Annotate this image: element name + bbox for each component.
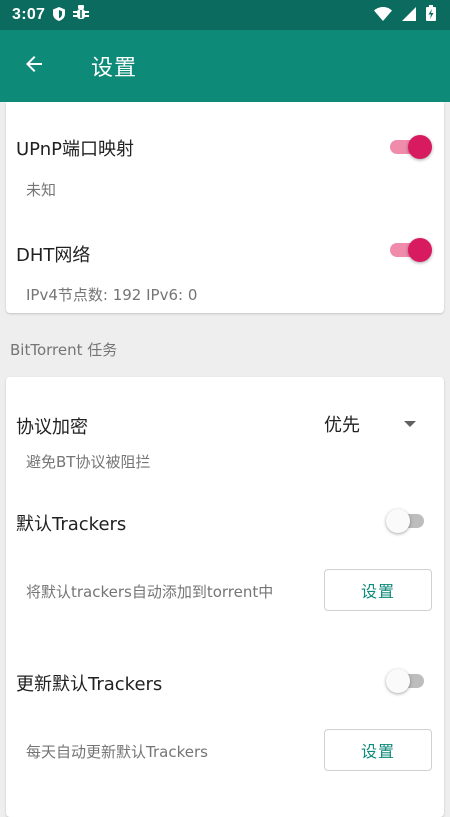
upnp-switch[interactable] bbox=[388, 132, 432, 162]
status-bar: 3:07 bbox=[0, 0, 450, 30]
encryption-selected-value: 优先 bbox=[324, 415, 360, 436]
bug-icon bbox=[73, 5, 90, 25]
bittorrent-section-header: BitTorrent 任务 bbox=[10, 341, 118, 359]
dht-title: DHT网络 bbox=[16, 245, 91, 266]
encryption-summary: 避免BT协议被阻拦 bbox=[26, 453, 151, 471]
default-trackers-title: 默认Trackers bbox=[16, 514, 127, 535]
update-trackers-settings-button[interactable]: 设置 bbox=[324, 729, 432, 771]
wifi-icon bbox=[374, 6, 392, 25]
battery-charging-icon bbox=[426, 5, 436, 25]
status-time: 3:07 bbox=[12, 6, 46, 23]
default-trackers-settings-button[interactable]: 设置 bbox=[324, 569, 432, 611]
network-settings-card: UPnP端口映射 未知 DHT网络 IPv4节点数: 192 IPv6: 0 bbox=[6, 102, 444, 313]
bittorrent-settings-card: 协议加密 优先 避免BT协议被阻拦 默认Trackers 将默认trackers… bbox=[6, 377, 444, 817]
default-trackers-summary: 将默认trackers自动添加到torrent中 bbox=[26, 583, 274, 601]
update-trackers-title: 更新默认Trackers bbox=[16, 674, 163, 695]
status-left-icons bbox=[53, 5, 90, 25]
encryption-dropdown[interactable]: 优先 bbox=[324, 409, 424, 439]
shield-icon bbox=[53, 6, 66, 25]
upnp-summary: 未知 bbox=[26, 181, 57, 199]
default-trackers-switch[interactable] bbox=[386, 506, 432, 536]
encryption-title: 协议加密 bbox=[16, 417, 88, 438]
status-right-icons bbox=[374, 5, 436, 25]
page-title: 设置 bbox=[91, 56, 138, 81]
dht-summary: IPv4节点数: 192 IPv6: 0 bbox=[26, 286, 198, 304]
back-button[interactable] bbox=[14, 46, 54, 86]
switch-thumb bbox=[408, 135, 432, 159]
cell-signal-icon bbox=[402, 6, 416, 25]
update-trackers-summary: 每天自动更新默认Trackers bbox=[26, 743, 208, 761]
arrow-left-icon bbox=[22, 52, 46, 80]
switch-thumb bbox=[386, 669, 410, 693]
switch-thumb bbox=[386, 509, 410, 533]
app-bar: 设置 bbox=[0, 30, 450, 102]
upnp-title: UPnP端口映射 bbox=[16, 139, 134, 160]
dht-switch[interactable] bbox=[388, 235, 432, 265]
dropdown-arrow-icon bbox=[404, 421, 416, 427]
update-trackers-switch[interactable] bbox=[386, 666, 432, 696]
switch-thumb bbox=[408, 238, 432, 262]
